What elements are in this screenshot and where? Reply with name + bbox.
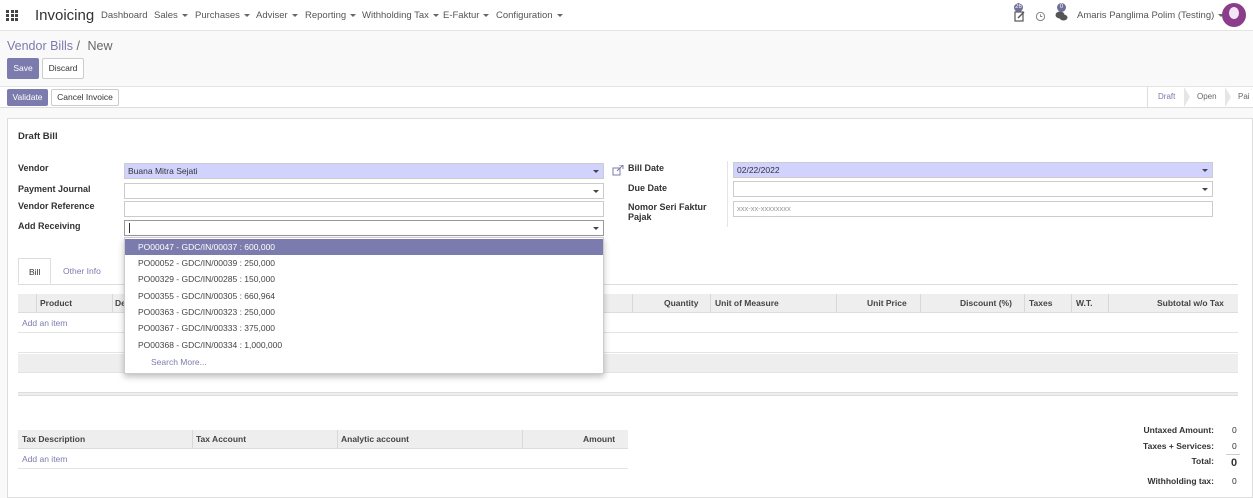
- add-receiving-value: [129, 223, 130, 233]
- status-bar: Validate Cancel Invoice Draft Open Pai: [0, 86, 1253, 108]
- table-footer: [18, 392, 1238, 396]
- stage-paid[interactable]: Pai: [1228, 87, 1253, 107]
- vendor-field[interactable]: Buana Mitra Sejati: [124, 163, 604, 179]
- vendor-label: Vendor: [18, 163, 49, 173]
- menu-reporting[interactable]: Reporting: [305, 10, 356, 21]
- tax-lines-header: Tax Description Tax Account Analytic acc…: [18, 430, 628, 449]
- faktur-label-line1: Nomor Seri Faktur: [628, 202, 707, 212]
- menu-purchases[interactable]: Purchases: [195, 10, 250, 21]
- bill-date-value: 02/22/2022: [737, 165, 780, 175]
- user-avatar[interactable]: [1222, 3, 1246, 27]
- col-withholding-tax[interactable]: W.T.: [1076, 294, 1093, 313]
- cancel-invoice-button[interactable]: Cancel Invoice: [51, 89, 119, 106]
- dropdown-option[interactable]: PO00363 - GDC/IN/00323 : 250,000: [125, 304, 603, 320]
- col-tax-account[interactable]: Tax Account: [196, 430, 246, 449]
- taxes-services-value: 0: [1232, 441, 1237, 451]
- vendor-reference-input[interactable]: [124, 201, 604, 217]
- form-title: Draft Bill: [18, 131, 58, 142]
- col-unit-price[interactable]: Unit Price: [867, 294, 907, 313]
- breadcrumb-current: New: [87, 39, 113, 53]
- col-analytic-account[interactable]: Analytic account: [341, 430, 409, 449]
- payment-journal-field[interactable]: [124, 183, 604, 199]
- col-quantity[interactable]: Quantity: [664, 294, 698, 313]
- faktur-label-line2: Pajak: [628, 212, 652, 222]
- activity-count-badge: 26: [1014, 3, 1023, 12]
- tab-other-info[interactable]: Other Info: [53, 258, 111, 284]
- external-link-icon[interactable]: [612, 164, 624, 179]
- breadcrumb: Vendor Bills / New: [7, 39, 112, 53]
- col-taxes[interactable]: Taxes: [1029, 294, 1052, 313]
- apps-menu-icon[interactable]: [6, 10, 18, 21]
- due-date-field[interactable]: [733, 181, 1213, 197]
- menu-e-faktur[interactable]: E-Faktur: [443, 10, 489, 21]
- table-row: Add an item: [18, 450, 628, 469]
- taxes-services-label: Taxes + Services:: [1143, 441, 1214, 451]
- col-product[interactable]: Product: [40, 294, 72, 313]
- total-value: 0: [1231, 457, 1238, 469]
- dropdown-option[interactable]: PO00047 - GDC/IN/00037 : 600,000: [125, 239, 603, 255]
- stage-draft: Draft: [1147, 87, 1185, 107]
- withholding-tax-value: 0: [1232, 476, 1237, 486]
- activity-icon[interactable]: [1014, 10, 1026, 22]
- menu-configuration[interactable]: Configuration: [496, 10, 563, 21]
- user-menu[interactable]: Amaris Panglima Polim (Testing): [1077, 10, 1224, 21]
- due-date-label: Due Date: [628, 183, 668, 193]
- faktur-label: Nomor Seri Faktur Pajak: [628, 202, 707, 222]
- add-receiving-input[interactable]: [124, 220, 604, 236]
- total-divider: [1226, 454, 1240, 455]
- receiving-autocomplete-dropdown: PO00047 - GDC/IN/00037 : 600,000 PO00052…: [124, 237, 604, 374]
- breadcrumb-separator: /: [76, 39, 80, 53]
- validate-button[interactable]: Validate: [7, 89, 48, 106]
- vendor-reference-label: Vendor Reference: [18, 201, 95, 211]
- add-receiving-label: Add Receiving: [18, 221, 81, 231]
- menu-sales[interactable]: Sales: [154, 10, 188, 21]
- menu-withholding-tax[interactable]: Withholding Tax: [362, 10, 439, 21]
- add-tax-line-link[interactable]: Add an item: [22, 454, 67, 464]
- col-tax-description[interactable]: Tax Description: [22, 430, 85, 449]
- stage-open[interactable]: Open: [1187, 87, 1227, 107]
- dropdown-option[interactable]: PO00355 - GDC/IN/00305 : 660,964: [125, 288, 603, 304]
- payment-journal-label: Payment Journal: [18, 184, 91, 194]
- untaxed-amount-label: Untaxed Amount:: [1143, 425, 1214, 435]
- tab-bill[interactable]: Bill: [18, 258, 52, 284]
- untaxed-amount-value: 0: [1232, 425, 1237, 435]
- search-more-link[interactable]: Search More...: [151, 357, 207, 367]
- bill-date-field[interactable]: 02/22/2022: [733, 162, 1213, 178]
- dropdown-option[interactable]: PO00329 - GDC/IN/00285 : 150,000: [125, 271, 603, 287]
- withholding-tax-label: Withholding tax:: [1147, 476, 1215, 486]
- menu-dashboard[interactable]: Dashboard: [101, 10, 147, 21]
- total-label: Total:: [1191, 456, 1214, 466]
- save-button[interactable]: Save: [7, 58, 39, 79]
- app-title: Invoicing: [35, 7, 95, 24]
- col-amount[interactable]: Amount: [583, 430, 615, 449]
- dropdown-option[interactable]: PO00367 - GDC/IN/00333 : 375,000: [125, 320, 603, 336]
- vendor-value: Buana Mitra Sejati: [128, 166, 198, 176]
- top-navbar: Invoicing Dashboard Sales Purchases Advi…: [0, 0, 1253, 31]
- faktur-input[interactable]: xxx-xx-xxxxxxxx: [733, 201, 1213, 217]
- bill-date-label: Bill Date: [628, 163, 665, 173]
- column-divider: [727, 161, 728, 227]
- col-discount[interactable]: Discount (%): [960, 294, 1012, 313]
- dropdown-option[interactable]: PO00052 - GDC/IN/00039 : 250,000: [125, 255, 603, 271]
- dropdown-option[interactable]: PO00368 - GDC/IN/00334 : 1,000,000: [125, 337, 603, 353]
- clock-icon[interactable]: [1035, 11, 1047, 23]
- col-unit-of-measure[interactable]: Unit of Measure: [715, 294, 779, 313]
- add-line-link[interactable]: Add an item: [22, 318, 67, 328]
- discard-button[interactable]: Discard: [42, 58, 84, 79]
- col-subtotal[interactable]: Subtotal w/o Tax: [1157, 294, 1224, 313]
- menu-adviser[interactable]: Adviser: [256, 10, 298, 21]
- messages-count-badge: 0: [1057, 3, 1066, 12]
- breadcrumb-vendor-bills[interactable]: Vendor Bills: [7, 39, 73, 53]
